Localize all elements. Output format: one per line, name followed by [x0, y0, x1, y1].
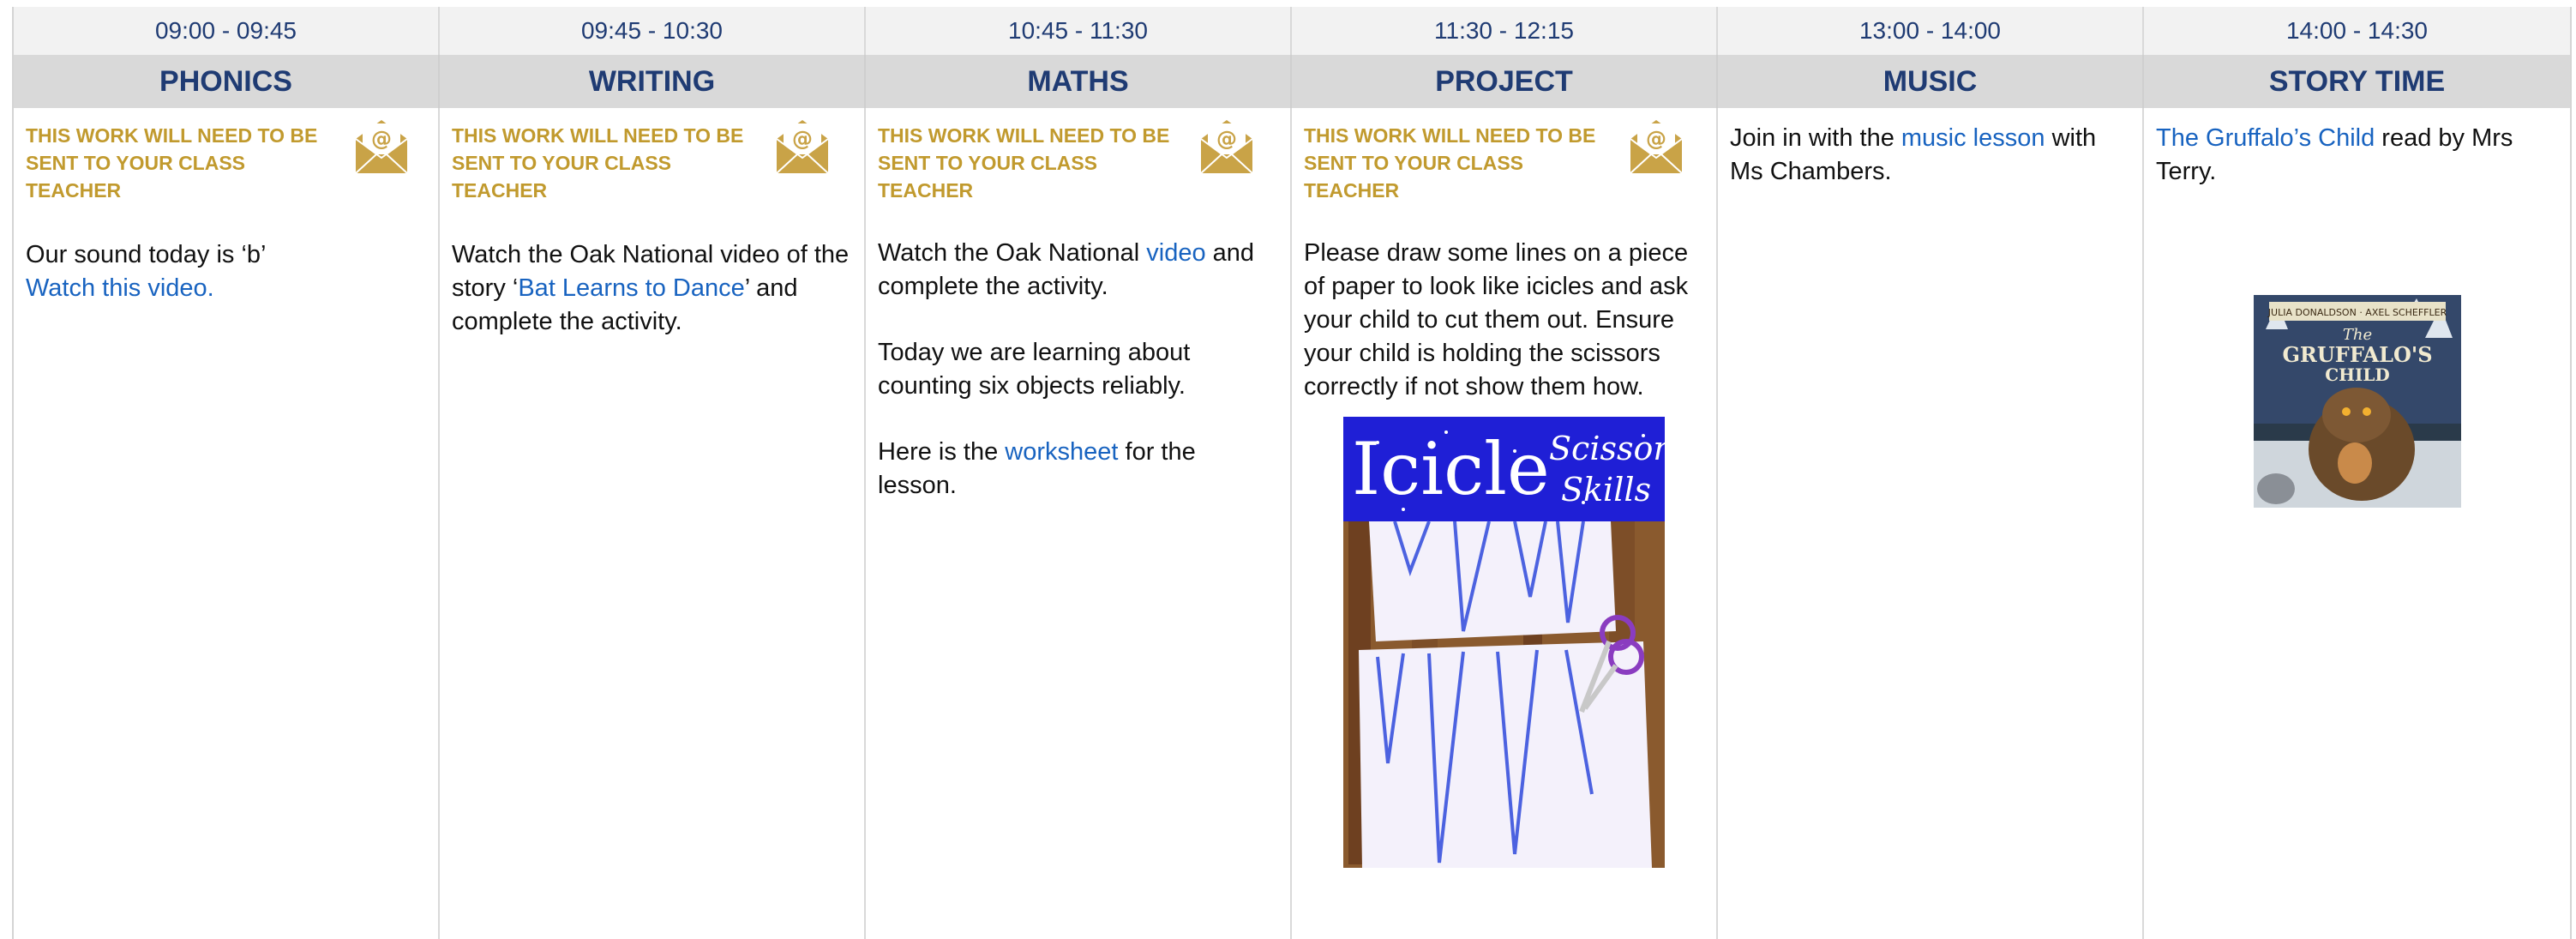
- subject-story: STORY TIME: [2144, 55, 2570, 108]
- time-phonics: 09:00 - 09:45: [14, 7, 440, 55]
- phonics-video-link[interactable]: Watch this video.: [26, 274, 214, 302]
- send-to-teacher-notice: THIS WORK WILL NEED TO BE SENT TO YOUR C…: [452, 124, 744, 202]
- time-writing: 09:45 - 10:30: [440, 7, 866, 55]
- icicle-subtitle-2: Skills: [1561, 471, 1651, 509]
- project-instructions: Please draw some lines on a piece of pap…: [1304, 239, 1689, 400]
- time-story: 14:00 - 14:30: [2144, 7, 2570, 55]
- book-title-3: CHILD: [2325, 364, 2390, 385]
- email-envelope-icon: @: [776, 120, 829, 174]
- cell-music: Join in with the music lesson with Ms Ch…: [1718, 108, 2144, 939]
- subject-phonics: PHONICS: [14, 55, 440, 108]
- send-to-teacher-notice: THIS WORK WILL NEED TO BE SENT TO YOUR C…: [878, 124, 1170, 202]
- svg-text:@: @: [792, 127, 813, 151]
- book-title-1: The: [2343, 326, 2372, 344]
- book-authors: JULIA DONALDSON · AXEL SCHEFFLER: [2267, 307, 2447, 318]
- send-to-teacher-notice: THIS WORK WILL NEED TO BE SENT TO YOUR C…: [26, 124, 318, 202]
- time-project: 11:30 - 12:15: [1292, 7, 1718, 55]
- svg-text:@: @: [1646, 127, 1666, 151]
- send-to-teacher-notice: THIS WORK WILL NEED TO BE SENT TO YOUR C…: [1304, 124, 1596, 202]
- phonics-sound-text: Our sound today is ‘b’: [26, 241, 267, 268]
- maths-instructions: Watch the Oak National video and complet…: [878, 239, 1255, 300]
- worksheet-link[interactable]: worksheet: [1005, 438, 1118, 466]
- book-title-2: GRUFFALO'S: [2282, 342, 2432, 367]
- gruffalos-child-link[interactable]: The Gruffalo’s Child: [2156, 124, 2375, 152]
- subject-writing: WRITING: [440, 55, 866, 108]
- maths-learning-objective: Today we are learning about counting six…: [878, 339, 1191, 400]
- gruffalos-child-book-cover: JULIA DONALDSON · AXEL SCHEFFLER The GRU…: [2254, 295, 2461, 508]
- subject-project: PROJECT: [1292, 55, 1718, 108]
- bat-learns-to-dance-link[interactable]: Bat Learns to Dance: [518, 274, 744, 302]
- icicle-title: Icicle: [1352, 427, 1550, 511]
- icicle-subtitle-1: Scissor: [1549, 430, 1665, 467]
- story-instructions: The Gruffalo’s Child read by Mrs Terry.: [2156, 124, 2513, 185]
- icicle-scissor-skills-image: Icicle Scissor Skills: [1343, 417, 1665, 868]
- cell-story-time: The Gruffalo’s Child read by Mrs Terry. …: [2144, 108, 2570, 939]
- email-envelope-icon: @: [1630, 120, 1683, 174]
- cell-phonics: THIS WORK WILL NEED TO BE SENT TO YOUR C…: [14, 108, 440, 939]
- email-envelope-icon: @: [355, 120, 408, 174]
- cell-writing: THIS WORK WILL NEED TO BE SENT TO YOUR C…: [440, 108, 866, 939]
- music-lesson-link[interactable]: music lesson: [1901, 124, 2045, 152]
- svg-text:@: @: [371, 127, 392, 151]
- maths-worksheet-text: Here is the worksheet for the lesson.: [878, 438, 1196, 499]
- time-music: 13:00 - 14:00: [1718, 7, 2144, 55]
- cell-project: THIS WORK WILL NEED TO BE SENT TO YOUR C…: [1292, 108, 1718, 939]
- timetable: 09:00 - 09:45 09:45 - 10:30 10:45 - 11:3…: [12, 7, 2572, 939]
- subject-music: MUSIC: [1718, 55, 2144, 108]
- email-envelope-icon: @: [1200, 120, 1253, 174]
- music-instructions: Join in with the music lesson with Ms Ch…: [1730, 124, 2097, 185]
- writing-instructions: Watch the Oak National video of the stor…: [452, 241, 850, 335]
- time-maths: 10:45 - 11:30: [866, 7, 1292, 55]
- subject-maths: MATHS: [866, 55, 1292, 108]
- svg-text:@: @: [1216, 127, 1237, 151]
- cell-maths: THIS WORK WILL NEED TO BE SENT TO YOUR C…: [866, 108, 1292, 939]
- maths-video-link[interactable]: video: [1146, 239, 1205, 267]
